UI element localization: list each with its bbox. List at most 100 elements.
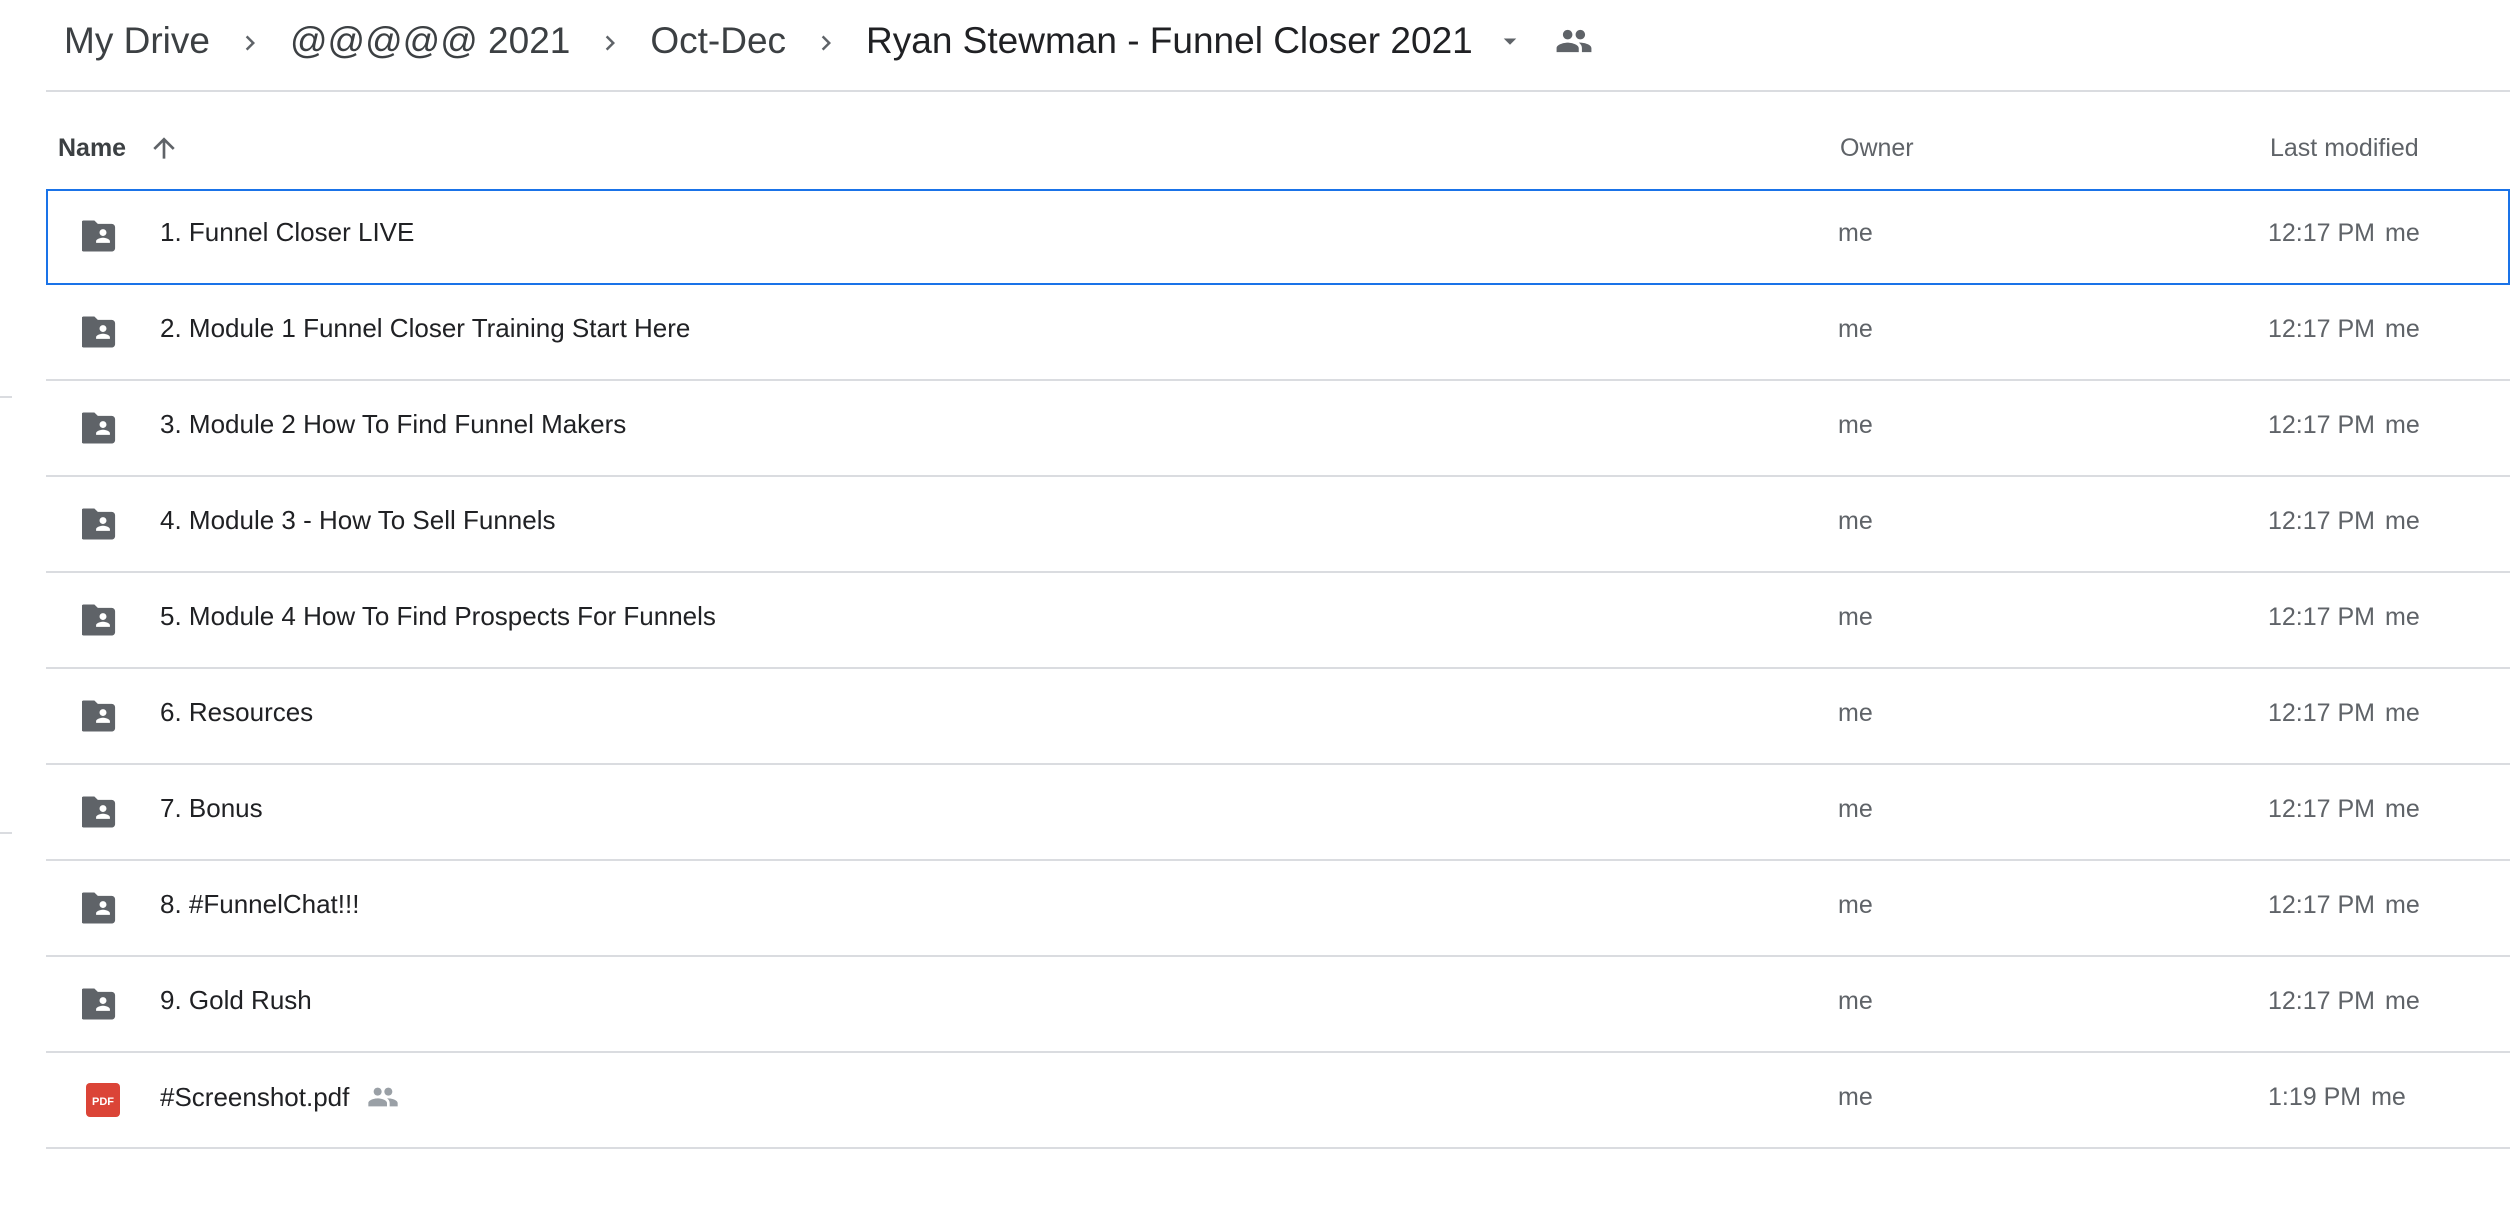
modified-time: 1:19 PM <box>2268 1083 2362 1111</box>
file-name-label: 4. Module 3 - How To Sell Funnels <box>160 505 556 535</box>
file-last-modified: 12:17 PM me <box>2268 891 2420 920</box>
file-name-label: 8. #FunnelChat!!! <box>160 889 360 919</box>
breadcrumb: My Drive @@@@@ 2021 Oct-Dec Ryan Stewman… <box>64 10 1593 72</box>
file-row[interactable]: PDF #Screenshot.pdf me 1:19 PM me <box>46 1053 2510 1149</box>
file-owner: me <box>1838 219 1873 247</box>
modified-time: 12:17 PM <box>2268 315 2376 343</box>
modified-time: 12:17 PM <box>2268 603 2376 631</box>
modified-time: 12:17 PM <box>2268 507 2376 535</box>
breadcrumb-year-folder[interactable]: @@@@@ 2021 <box>290 20 570 62</box>
chevron-right-icon <box>570 20 650 62</box>
shared-folder-icon <box>80 505 124 543</box>
shared-folder-icon <box>80 601 124 639</box>
file-last-modified: 12:17 PM me <box>2268 507 2420 536</box>
header-divider <box>46 90 2510 92</box>
arrow-drop-down-icon[interactable] <box>1495 26 1525 56</box>
pdf-file-icon: PDF <box>82 1081 124 1119</box>
file-name: 4. Module 3 - How To Sell Funnels <box>160 505 556 536</box>
file-row[interactable]: 6. Resources me 12:17 PM me <box>46 669 2510 765</box>
file-last-modified: 12:17 PM me <box>2268 987 2420 1016</box>
file-name: 5. Module 4 How To Find Prospects For Fu… <box>160 601 716 632</box>
column-header-name[interactable]: Name <box>58 128 180 168</box>
file-owner: me <box>1838 603 1873 631</box>
file-name-label: 3. Module 2 How To Find Funnel Makers <box>160 409 627 439</box>
column-header-owner[interactable]: Owner <box>1840 128 1914 168</box>
modified-by: me <box>2385 699 2420 727</box>
file-last-modified: 12:17 PM me <box>2268 795 2420 824</box>
column-header-last-modified[interactable]: Last modified <box>2270 128 2419 168</box>
modified-time: 12:17 PM <box>2268 411 2376 439</box>
people-icon <box>367 1081 399 1113</box>
file-row[interactable]: 7. Bonus me 12:17 PM me <box>46 765 2510 861</box>
column-name-label: Name <box>58 133 127 162</box>
file-name-label: 2. Module 1 Funnel Closer Training Start… <box>160 313 691 343</box>
modified-by: me <box>2385 507 2420 535</box>
file-owner: me <box>1838 987 1873 1015</box>
file-name-label: 7. Bonus <box>160 793 263 823</box>
shared-folder-icon <box>80 793 124 831</box>
file-owner: me <box>1838 699 1873 727</box>
chevron-right-icon <box>786 20 866 62</box>
modified-time: 12:17 PM <box>2268 891 2376 919</box>
shared-folder-icon <box>80 697 124 735</box>
column-modified-label: Last modified <box>2270 133 2419 162</box>
file-row[interactable]: 8. #FunnelChat!!! me 12:17 PM me <box>46 861 2510 957</box>
shared-folder-icon <box>80 409 124 447</box>
shared-folder-icon <box>80 313 124 351</box>
file-name-label: #Screenshot.pdf <box>160 1081 350 1112</box>
file-name-label: 1. Funnel Closer LIVE <box>160 217 415 247</box>
shared-folder-icon <box>80 217 124 255</box>
file-last-modified: 12:17 PM me <box>2268 411 2420 440</box>
file-owner: me <box>1838 411 1873 439</box>
modified-by: me <box>2385 315 2420 343</box>
shared-folder-icon <box>80 985 124 1023</box>
modified-by: me <box>2385 603 2420 631</box>
file-name: #Screenshot.pdf <box>160 1081 399 1113</box>
arrow-upward-icon[interactable] <box>148 132 180 164</box>
file-row[interactable]: 1. Funnel Closer LIVE me 12:17 PM me <box>46 189 2510 285</box>
file-name: 6. Resources <box>160 697 313 728</box>
modified-by: me <box>2385 219 2420 247</box>
file-owner: me <box>1838 795 1873 823</box>
modified-time: 12:17 PM <box>2268 699 2376 727</box>
modified-by: me <box>2385 795 2420 823</box>
file-last-modified: 12:17 PM me <box>2268 315 2420 344</box>
drive-file-browser: My Drive @@@@@ 2021 Oct-Dec Ryan Stewman… <box>0 0 2510 1218</box>
edge-divider <box>0 832 12 834</box>
file-owner: me <box>1838 891 1873 919</box>
people-icon[interactable] <box>1555 22 1593 60</box>
file-name: 3. Module 2 How To Find Funnel Makers <box>160 409 626 440</box>
modified-time: 12:17 PM <box>2268 795 2376 823</box>
file-last-modified: 12:17 PM me <box>2268 219 2420 248</box>
file-name: 8. #FunnelChat!!! <box>160 889 359 920</box>
file-row[interactable]: 4. Module 3 - How To Sell Funnels me 12:17… <box>46 477 2510 573</box>
file-list: 1. Funnel Closer LIVE me 12:17 PM me 2. Modu… <box>46 189 2510 1149</box>
shared-folder-icon <box>80 889 124 927</box>
pdf-badge-text: PDF <box>92 1096 114 1108</box>
breadcrumb-my-drive[interactable]: My Drive <box>64 20 210 62</box>
file-row[interactable]: 9. Gold Rush me 12:17 PM me <box>46 957 2510 1053</box>
modified-by: me <box>2371 1083 2406 1111</box>
file-owner: me <box>1838 315 1873 343</box>
file-last-modified: 12:17 PM me <box>2268 699 2420 728</box>
file-name: 2. Module 1 Funnel Closer Training Start… <box>160 313 690 344</box>
file-name-label: 5. Module 4 How To Find Prospects For Fu… <box>160 601 716 631</box>
modified-time: 12:17 PM <box>2268 987 2376 1015</box>
file-name-label: 9. Gold Rush <box>160 985 312 1015</box>
breadcrumb-quarter-folder[interactable]: Oct-Dec <box>650 20 786 62</box>
modified-time: 12:17 PM <box>2268 219 2376 247</box>
chevron-right-icon <box>210 20 290 62</box>
file-name: 1. Funnel Closer LIVE <box>160 217 414 248</box>
file-owner: me <box>1838 507 1873 535</box>
breadcrumb-current-folder[interactable]: Ryan Stewman - Funnel Closer 2021 <box>866 20 1473 62</box>
file-row[interactable]: 3. Module 2 How To Find Funnel Makers me 1… <box>46 381 2510 477</box>
file-name-label: 6. Resources <box>160 697 314 727</box>
file-row[interactable]: 2. Module 1 Funnel Closer Training Start… <box>46 285 2510 381</box>
file-last-modified: 12:17 PM me <box>2268 603 2420 632</box>
modified-by: me <box>2385 411 2420 439</box>
column-owner-label: Owner <box>1840 133 1914 162</box>
file-owner: me <box>1838 1083 1873 1111</box>
edge-divider <box>0 396 12 398</box>
file-row[interactable]: 5. Module 4 How To Find Prospects For Fu… <box>46 573 2510 669</box>
modified-by: me <box>2385 891 2420 919</box>
